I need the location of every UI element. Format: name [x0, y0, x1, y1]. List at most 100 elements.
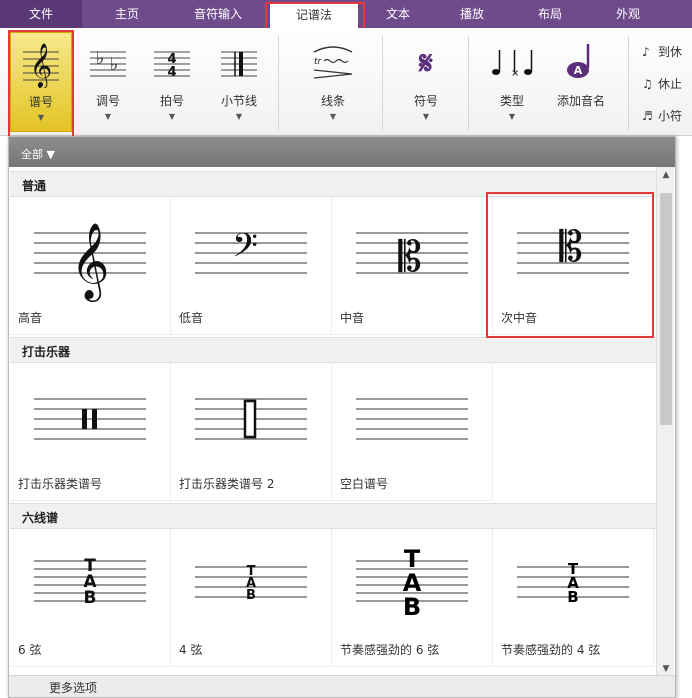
scroll-up-icon[interactable]: ▲ [657, 167, 675, 183]
side-command-3-label: 小符 [658, 109, 683, 123]
filter-label: 全部 [21, 148, 43, 161]
notes-icon: ♬ [642, 109, 653, 123]
blank-staff-icon [356, 398, 468, 440]
percussion-clef-icon [34, 398, 146, 440]
ribbon-separator [468, 36, 469, 130]
svg-text:♭: ♭ [110, 54, 119, 75]
symbols-label: 符号 [413, 94, 438, 108]
add-note-name-button[interactable]: A 添加音名 [546, 32, 616, 132]
more-options-label: 更多选项 [49, 681, 98, 695]
gallery-filter-bar[interactable]: 全部 ▼ [9, 137, 675, 167]
chevron-down-icon: ▼ [235, 112, 243, 121]
tab-appearance[interactable]: 外观 [598, 0, 658, 28]
more-options-bar[interactable]: 更多选项 [9, 675, 675, 697]
scrollbar-thumb[interactable] [660, 193, 672, 425]
gallery-item-percussion-1[interactable]: 打击乐器类谱号 [10, 363, 171, 501]
side-command-3[interactable]: ♬ 小符 [642, 106, 682, 126]
notehead-type-label: 类型 [499, 94, 524, 108]
tab-home[interactable]: 主页 [92, 0, 162, 28]
key-signature-icon: ♭ ♭ [80, 32, 136, 92]
section-header-percussion: 打击乐器 [10, 337, 656, 363]
barline-button[interactable]: 小节线 ▼ [210, 32, 268, 132]
gallery-scrollbar[interactable]: ▲ ▼ [656, 167, 674, 677]
tab-layout[interactable]: 布局 [522, 0, 578, 28]
section-title: 普通 [22, 179, 47, 193]
add-note-name-label: 添加音名 [556, 94, 605, 108]
time-signature-label: 拍号 [159, 94, 184, 108]
side-command-1-label: 到休 [658, 45, 683, 59]
gallery-item-label: 低音 [179, 311, 204, 325]
chevron-down-icon: ▼ [508, 112, 516, 121]
filter-dropdown[interactable]: 全部 ▼ [21, 146, 55, 162]
tab-clef-icon: TAB [195, 564, 307, 603]
clef-highlight-box [8, 30, 74, 146]
note-icon: ♫ [642, 77, 653, 91]
note-name-icon: A [546, 32, 616, 92]
tab-file[interactable]: 文件 [0, 0, 82, 28]
gallery-item-bass[interactable]: 𝄢 低音 [171, 197, 332, 335]
alto-clef-icon: 𝄡 [356, 232, 468, 281]
gallery-item-label: 中音 [340, 311, 365, 325]
svg-text:×: × [511, 68, 519, 79]
side-command-2-label: 休止 [658, 77, 683, 91]
chevron-down-icon: ▼ [46, 148, 55, 161]
bold-tab-clef-icon: TAB [356, 545, 468, 621]
tab-note-input[interactable]: 音符输入 [175, 0, 261, 28]
gallery-item-label: 打击乐器类谱号 [18, 477, 103, 491]
svg-text:tr: tr [314, 57, 323, 67]
section-title: 六线谱 [22, 511, 59, 525]
symbols-button[interactable]: 𝄋 符号 ▼ [398, 32, 454, 132]
chevron-down-icon: ▼ [329, 112, 337, 121]
svg-text:B: B [246, 588, 256, 603]
gallery-item-tab-4-bold[interactable]: TAB 节奏感强劲的 4 弦 [493, 529, 654, 667]
gallery-item-label: 节奏感强劲的 4 弦 [501, 643, 601, 657]
gallery-item-label: 节奏感强劲的 6 弦 [340, 643, 440, 657]
rest-icon: ♪ [642, 45, 650, 59]
time-signature-button[interactable]: 4 4 拍号 ▼ [144, 32, 200, 132]
key-signature-label: 调号 [95, 94, 120, 108]
gallery-item-percussion-2[interactable]: 打击乐器类谱号 2 [171, 363, 332, 501]
side-command-1[interactable]: ♪ 到休 [642, 42, 682, 62]
gallery-item-label: 打击乐器类谱号 2 [179, 477, 275, 491]
time-signature-icon: 4 4 [144, 32, 200, 92]
segno-icon: 𝄋 [398, 32, 454, 92]
gallery-item-blank[interactable]: 空白谱号 [332, 363, 493, 501]
lines-label: 线条 [320, 94, 345, 108]
tab-play[interactable]: 播放 [442, 0, 502, 28]
treble-clef-icon: 𝄞 [34, 222, 146, 302]
gallery-item-label: 6 弦 [18, 643, 42, 657]
svg-text:𝄡: 𝄡 [398, 232, 421, 281]
svg-text:4: 4 [167, 65, 176, 80]
barline-icon [210, 32, 268, 92]
svg-text:𝄢: 𝄢 [232, 227, 258, 273]
gallery-item-label: 空白谱号 [340, 477, 389, 491]
gallery-item-treble[interactable]: 𝄞 高音 [10, 197, 171, 335]
gallery-item-tab-6[interactable]: TAB 6 弦 [10, 529, 171, 667]
ribbon-separator [278, 36, 279, 130]
section-header-tablature: 六线谱 [10, 503, 656, 529]
lines-button[interactable]: tr 线条 ▼ [298, 32, 368, 132]
section-title: 打击乐器 [22, 345, 71, 359]
notehead-type-button[interactable]: × 类型 ▼ [484, 32, 540, 132]
notehead-type-icon: × [484, 32, 540, 92]
svg-text:B: B [84, 588, 97, 608]
svg-text:B: B [403, 593, 421, 621]
gallery-item-tab-6-bold[interactable]: TAB 节奏感强劲的 6 弦 [332, 529, 493, 667]
bold-tab-clef-icon: TAB [517, 560, 629, 606]
svg-text:B: B [567, 588, 578, 606]
svg-text:𝄞: 𝄞 [70, 222, 109, 302]
tab-clef-icon: TAB [34, 556, 146, 608]
gallery-item-tab-4[interactable]: TAB 4 弦 [171, 529, 332, 667]
bass-clef-icon: 𝄢 [195, 227, 307, 274]
gallery-item-alto[interactable]: 𝄡 中音 [332, 197, 493, 335]
svg-text:A: A [574, 64, 583, 77]
tab-text[interactable]: 文本 [368, 0, 428, 28]
gallery-item-label: 高音 [18, 311, 43, 325]
key-signature-button[interactable]: ♭ ♭ 调号 ▼ [80, 32, 136, 132]
side-command-2[interactable]: ♫ 休止 [642, 74, 682, 94]
ribbon-panel: 𝄞 谱号 ▼ ♭ ♭ 调号 ▼ 4 4 拍号 ▼ 小节线 ▼ tr 线条 ▼ 𝄋… [0, 28, 692, 136]
ribbon-separator [382, 36, 383, 130]
svg-text:𝄋: 𝄋 [418, 44, 433, 82]
percussion-clef-2-icon [195, 398, 307, 440]
tenor-highlight-box [486, 192, 654, 338]
